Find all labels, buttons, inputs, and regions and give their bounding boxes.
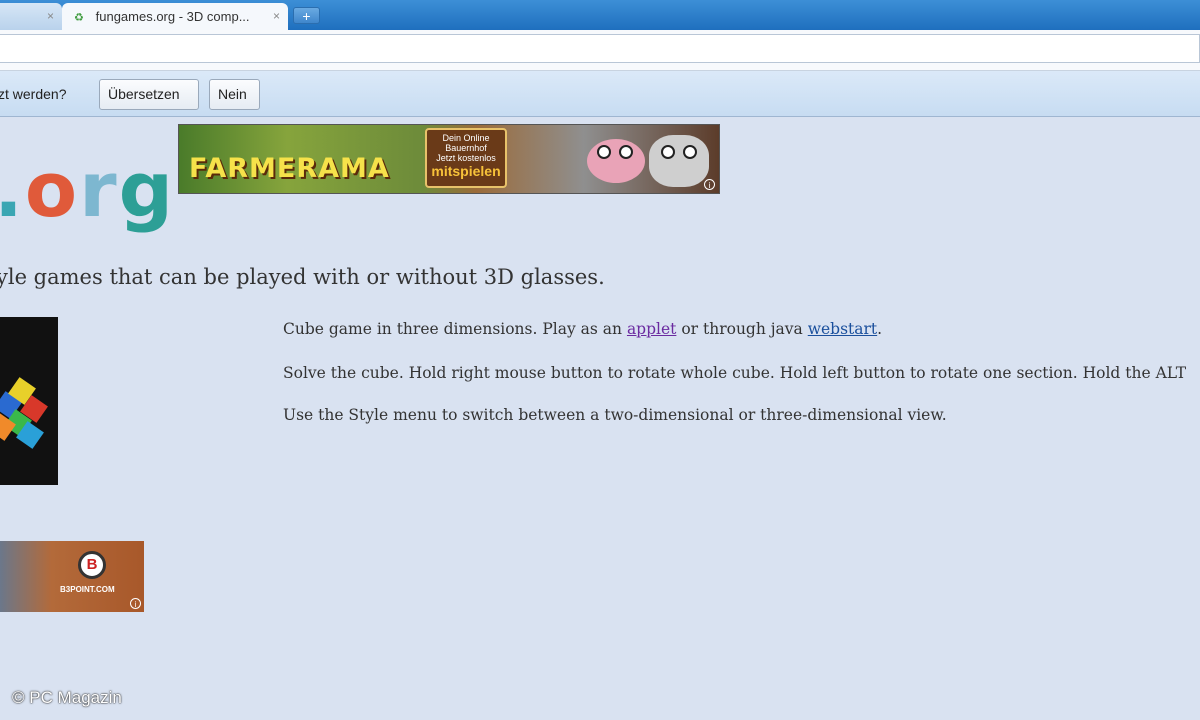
game-description-3: Use the Style menu to switch between a t… — [283, 406, 947, 424]
desc-middle: or through java — [676, 320, 808, 338]
banner-line3: Jetzt kostenlos — [436, 153, 496, 163]
desc-suffix: . — [877, 320, 883, 338]
cow-eye — [661, 145, 675, 159]
copyright-watermark: © PC Magazin — [12, 688, 122, 707]
tab-fungames[interactable]: ♻ fungames.org - 3D comp... × — [62, 3, 288, 30]
webstart-link[interactable]: webstart — [808, 320, 877, 338]
b3point-ad[interactable]: B B3POINT.COM i — [0, 541, 144, 612]
pig-illustration — [587, 139, 645, 183]
new-tab-button[interactable]: + — [293, 7, 320, 24]
banner-cta: mitspielen — [431, 163, 501, 179]
applet-link[interactable]: applet — [627, 320, 676, 338]
pig-eye — [619, 145, 633, 159]
banner-line1: Dein Online — [442, 133, 490, 143]
logo-letter-g: g — [118, 145, 175, 234]
ad-info-icon[interactable]: i — [130, 598, 141, 609]
translate-button[interactable]: Übersetzen — [99, 79, 199, 110]
banner-cta-box: Dein Online Bauernhof Jetzt kostenlos mi… — [425, 128, 507, 188]
cow-eye — [683, 145, 697, 159]
banner-title: FARMERAMA — [189, 153, 390, 184]
site-logo[interactable]: .org — [0, 150, 175, 230]
infobar-message: zt werden? — [0, 86, 67, 102]
cow-illustration — [649, 135, 709, 187]
address-bar — [0, 30, 1200, 71]
game-description-1: Cube game in three dimensions. Play as a… — [283, 320, 882, 338]
logo-letter-r: r — [79, 145, 119, 234]
game-description-2: Solve the cube. Hold right mouse button … — [283, 364, 1187, 382]
decline-translate-button[interactable]: Nein — [209, 79, 260, 110]
close-tab-icon[interactable]: × — [47, 9, 54, 23]
pig-eye — [597, 145, 611, 159]
close-tab-icon[interactable]: × — [273, 9, 280, 23]
url-input[interactable] — [0, 34, 1200, 63]
tab-previous[interactable]: r × — [0, 3, 62, 30]
logo-dot: . — [0, 145, 25, 234]
translate-infobar: zt werden? Übersetzen Nein — [0, 71, 1200, 117]
ad2-text: B3POINT.COM — [60, 585, 115, 594]
tab-title: fungames.org - 3D comp... — [95, 9, 250, 24]
recycle-icon: ♻ — [74, 12, 84, 24]
ad-info-icon[interactable]: i — [704, 179, 715, 190]
tab-bar: r × ♻ fungames.org - 3D comp... × + — [0, 0, 1200, 30]
ad2-logo-badge: B — [78, 551, 106, 579]
banner-line2: Bauernhof — [445, 143, 487, 153]
cube-game-thumbnail[interactable] — [0, 317, 58, 485]
farmerama-ad-banner[interactable]: FARMERAMA Dein Online Bauernhof Jetzt ko… — [178, 124, 720, 194]
page-tagline: yle games that can be played with or wit… — [0, 265, 605, 289]
logo-letter-o: o — [24, 145, 80, 234]
desc-prefix: Cube game in three dimensions. Play as a… — [283, 320, 627, 338]
